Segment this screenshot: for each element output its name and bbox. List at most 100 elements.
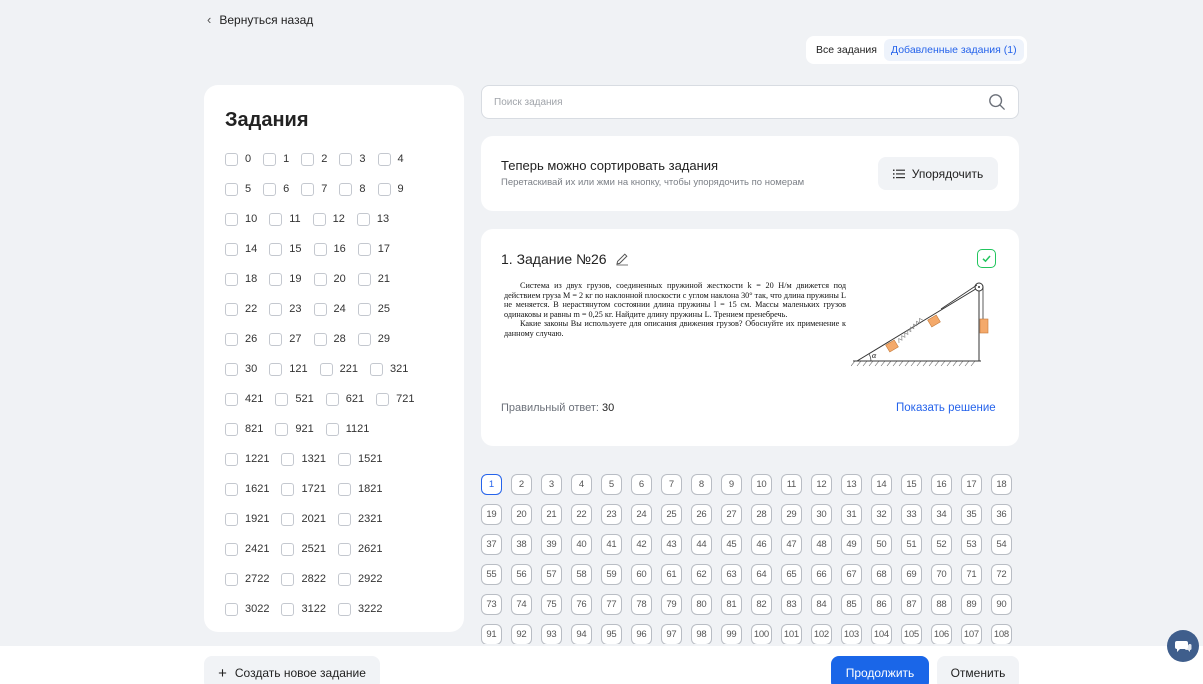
checkbox-box[interactable] (275, 392, 289, 406)
task-number-button[interactable]: 85 (841, 594, 862, 615)
task-number-button[interactable]: 69 (901, 564, 922, 585)
task-number-button[interactable]: 91 (481, 624, 502, 644)
task-number-button[interactable]: 90 (991, 594, 1012, 615)
task-number-button[interactable]: 46 (751, 534, 772, 555)
task-number-button[interactable]: 60 (631, 564, 652, 585)
task-checkbox[interactable]: 1221 (225, 452, 269, 466)
checkbox-box[interactable] (319, 362, 333, 376)
checkbox-box[interactable] (225, 362, 238, 376)
task-number-button[interactable]: 70 (931, 564, 952, 585)
task-number-button[interactable]: 25 (661, 504, 682, 525)
checkbox-box[interactable] (225, 152, 238, 166)
task-checkbox[interactable]: 21 (357, 272, 390, 286)
checkbox-box[interactable] (337, 482, 351, 496)
task-number-button[interactable]: 92 (511, 624, 532, 644)
checkbox-box[interactable] (356, 212, 370, 226)
checked-icon[interactable] (977, 249, 996, 268)
task-checkbox[interactable]: 2521 (281, 542, 326, 556)
task-number-button[interactable]: 22 (571, 504, 592, 525)
checkbox-box[interactable] (357, 332, 371, 346)
task-number-button[interactable]: 50 (871, 534, 892, 555)
task-number-button[interactable]: 26 (691, 504, 712, 525)
task-number-button[interactable]: 59 (601, 564, 622, 585)
task-number-button[interactable]: 61 (661, 564, 682, 585)
task-number-button[interactable]: 88 (931, 594, 952, 615)
task-number-button[interactable]: 80 (691, 594, 712, 615)
checkbox-box[interactable] (269, 302, 283, 316)
task-number-button[interactable]: 57 (541, 564, 562, 585)
task-number-button[interactable]: 12 (811, 474, 832, 495)
task-number-button[interactable]: 5 (601, 474, 622, 495)
task-number-button[interactable]: 20 (511, 504, 532, 525)
chat-support-button[interactable] (1167, 630, 1199, 662)
task-number-button[interactable]: 41 (601, 534, 622, 555)
task-number-button[interactable]: 64 (751, 564, 772, 585)
task-number-button[interactable]: 72 (991, 564, 1012, 585)
task-number-button[interactable]: 56 (511, 564, 532, 585)
checkbox-box[interactable] (225, 452, 238, 466)
task-number-button[interactable]: 47 (781, 534, 802, 555)
checkbox-box[interactable] (281, 602, 295, 616)
task-checkbox[interactable]: 921 (275, 422, 314, 436)
task-number-button[interactable]: 29 (781, 504, 802, 525)
task-number-button[interactable]: 76 (571, 594, 592, 615)
task-number-button[interactable]: 32 (871, 504, 892, 525)
task-checkbox[interactable]: 16 (313, 242, 346, 256)
task-number-button[interactable]: 62 (691, 564, 712, 585)
task-number-button[interactable]: 38 (511, 534, 532, 555)
task-number-button[interactable]: 9 (721, 474, 742, 495)
task-number-button[interactable]: 36 (991, 504, 1012, 525)
checkbox-box[interactable] (263, 152, 277, 166)
checkbox-box[interactable] (281, 482, 295, 496)
checkbox-box[interactable] (357, 302, 371, 316)
task-number-button[interactable]: 87 (901, 594, 922, 615)
checkbox-box[interactable] (225, 272, 238, 286)
task-checkbox[interactable]: 1921 (225, 512, 269, 526)
checkbox-box[interactable] (357, 272, 371, 286)
task-number-button[interactable]: 96 (631, 624, 652, 644)
checkbox-box[interactable] (377, 182, 391, 196)
task-number-button[interactable]: 44 (691, 534, 712, 555)
task-number-button[interactable]: 101 (781, 624, 802, 644)
task-number-button[interactable]: 40 (571, 534, 592, 555)
back-link[interactable]: ‹ Вернуться назад (207, 12, 313, 27)
checkbox-box[interactable] (225, 542, 238, 556)
task-checkbox[interactable]: 14 (225, 242, 257, 256)
task-number-button[interactable]: 2 (511, 474, 532, 495)
task-number-button[interactable]: 89 (961, 594, 982, 615)
checkbox-box[interactable] (339, 182, 353, 196)
task-checkbox[interactable]: 7 (301, 182, 327, 196)
task-number-button[interactable]: 74 (511, 594, 532, 615)
task-number-button[interactable]: 65 (781, 564, 802, 585)
task-number-button[interactable]: 18 (991, 474, 1012, 495)
checkbox-box[interactable] (281, 512, 295, 526)
task-number-button[interactable]: 97 (661, 624, 682, 644)
task-number-button[interactable]: 98 (691, 624, 712, 644)
task-checkbox[interactable]: 9 (377, 182, 404, 196)
checkbox-box[interactable] (269, 272, 283, 286)
task-number-button[interactable]: 4 (571, 474, 592, 495)
task-checkbox[interactable]: 24 (313, 302, 346, 316)
task-number-button[interactable]: 16 (931, 474, 952, 495)
task-number-button[interactable]: 33 (901, 504, 922, 525)
checkbox-box[interactable] (301, 152, 315, 166)
checkbox-box[interactable] (325, 392, 339, 406)
task-checkbox[interactable]: 11 (269, 212, 301, 226)
checkbox-box[interactable] (225, 422, 238, 436)
task-checkbox[interactable]: 1821 (337, 482, 382, 496)
checkbox-box[interactable] (313, 242, 327, 256)
task-checkbox[interactable]: 2021 (281, 512, 326, 526)
checkbox-box[interactable] (377, 152, 391, 166)
task-number-button[interactable]: 11 (781, 474, 802, 495)
task-number-button[interactable]: 53 (961, 534, 982, 555)
task-checkbox[interactable]: 1121 (325, 422, 369, 436)
show-solution-link[interactable]: Показать решение (896, 402, 996, 414)
task-number-button[interactable]: 63 (721, 564, 742, 585)
checkbox-box[interactable] (337, 572, 351, 586)
task-checkbox[interactable]: 26 (225, 332, 257, 346)
checkbox-box[interactable] (269, 212, 283, 226)
task-checkbox[interactable]: 29 (357, 332, 390, 346)
checkbox-box[interactable] (325, 422, 339, 436)
task-checkbox[interactable]: 2722 (225, 572, 269, 586)
task-number-button[interactable]: 45 (721, 534, 742, 555)
